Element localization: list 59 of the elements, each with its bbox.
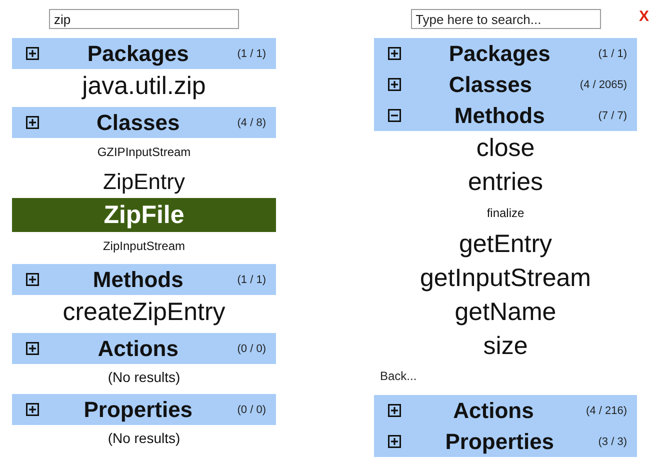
result-item[interactable]: close [374,131,637,165]
result-item[interactable]: getName [374,295,637,329]
result-item[interactable]: ZipInputStream [12,232,276,260]
result-count: (1 / 1) [598,48,627,60]
section-header[interactable]: Classes (4 / 2065) [374,69,637,100]
result-item[interactable]: finalize [374,199,637,227]
expand-icon[interactable] [26,47,39,60]
expand-icon[interactable] [388,47,401,60]
section-title: Packages [448,40,552,66]
result-count: (4 / 216) [586,404,627,416]
expand-icon[interactable] [26,342,39,355]
collapse-icon[interactable] [388,109,401,122]
section-header[interactable]: Properties (3 / 3) [374,426,637,457]
result-count: (7 / 7) [598,110,627,122]
search-field[interactable]: Type here to search... [410,9,600,29]
section-header[interactable]: Actions (0 / 0) [12,333,276,364]
section-title: Classes [448,72,534,98]
expand-icon[interactable] [26,403,39,416]
empty-message: (No results) [106,429,182,448]
section-header[interactable]: Packages (1 / 1) [12,38,276,69]
search-field[interactable]: zip [49,9,239,29]
back-link[interactable]: Back... [374,363,417,391]
result-count: (3 / 3) [598,436,627,448]
result-count: (1 / 1) [237,274,266,286]
section-title: Classes [96,110,181,136]
section-title: Properties [444,428,556,454]
result-item[interactable]: getInputStream [374,261,637,295]
empty-message: (No results) [106,368,182,387]
section-title: Actions [96,336,180,362]
result-item[interactable]: getEntry [374,227,637,261]
result-count: (4 / 8) [237,116,266,128]
result-item[interactable]: size [374,329,637,363]
result-count: (4 / 2065) [580,78,627,90]
expand-icon[interactable] [388,404,401,417]
section-title: Properties [82,396,194,422]
result-item[interactable]: ZipFile [12,198,276,232]
result-item[interactable]: entries [374,165,637,199]
section-header[interactable]: Properties (0 / 0) [12,394,276,425]
section-title: Packages [86,40,190,66]
result-item[interactable]: GZIPInputStream [12,138,276,166]
section-header[interactable]: Classes (4 / 8) [12,107,276,138]
section-header[interactable]: Methods (7 / 7) [374,100,637,131]
section-header[interactable]: Actions (4 / 216) [374,395,637,426]
expand-icon[interactable] [388,78,401,91]
section-header[interactable]: Packages (1 / 1) [374,38,637,69]
close-button[interactable]: X [638,8,649,25]
expand-icon[interactable] [388,435,401,448]
result-count: (1 / 1) [237,48,266,60]
expand-icon[interactable] [26,116,39,129]
section-title: Methods [453,102,546,128]
result-count: (0 / 0) [237,342,266,354]
result-item[interactable]: java.util.zip [12,69,276,103]
section-header[interactable]: Methods (1 / 1) [12,264,276,295]
section-title: Methods [92,266,184,292]
section-title: Actions [452,398,535,424]
result-item[interactable]: ZipEntry [12,166,276,198]
expand-icon[interactable] [26,273,39,286]
result-item[interactable]: createZipEntry [12,295,276,329]
result-count: (0 / 0) [237,404,266,416]
